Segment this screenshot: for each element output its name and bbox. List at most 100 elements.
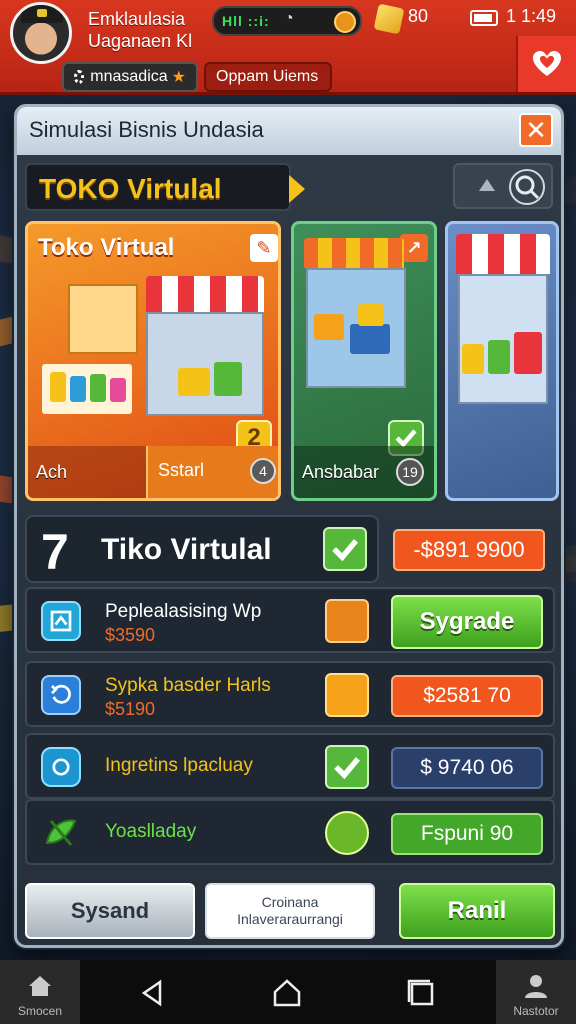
home-button[interactable] xyxy=(270,976,304,1010)
selected-store-price: -$891 9900 xyxy=(393,529,545,571)
leaf-icon xyxy=(41,813,81,853)
crate-illustration xyxy=(350,324,390,354)
wifi-icon: ◔ xyxy=(284,10,294,27)
upgrade-row-3-price-button[interactable]: $ 9740 06 xyxy=(391,747,543,789)
status-value: 80 xyxy=(408,6,429,26)
upgrade-row-1-price: $3590 xyxy=(105,625,156,645)
crate-illustration xyxy=(514,332,542,374)
navigation-bar: Smocen Nastotor xyxy=(0,960,576,1024)
back-button[interactable] xyxy=(136,976,170,1010)
awning-illustration xyxy=(456,234,550,274)
recents-icon xyxy=(407,979,434,1006)
upgrade-row-1: Peplealasising Wp $3590 Sygrade xyxy=(25,587,555,653)
crate-illustration xyxy=(214,362,242,396)
triangle-up-icon xyxy=(479,179,495,191)
player-avatar[interactable] xyxy=(10,2,72,64)
check-icon xyxy=(325,745,369,789)
upgrade-row-2-price: $5190 xyxy=(105,699,156,719)
refresh-icon xyxy=(41,675,81,715)
upgrade-row-4-price-button[interactable]: Fspuni 90 xyxy=(391,813,543,855)
store-card-1-title: Toko Virtual xyxy=(38,234,175,261)
selected-check-icon[interactable] xyxy=(323,527,367,571)
close-button[interactable]: ✕ xyxy=(519,113,553,147)
home-icon xyxy=(29,976,51,996)
gear-icon xyxy=(74,70,85,84)
store-cards: Toko Virtual ✎ 2 Ach Sstarl 4 ↗ Ansbabar… xyxy=(25,221,559,503)
tab-items-label: Oppam Uiems xyxy=(216,68,319,85)
top-bar: Emklaulasia Uaganaen Kl Hll ::i: ◔ 80 1 … xyxy=(0,0,576,95)
product-illustration xyxy=(50,372,66,402)
info-button-line2: Inlaveraraurrangi xyxy=(237,911,343,927)
send-button[interactable]: Sysand xyxy=(25,883,195,939)
camera-icon xyxy=(41,747,81,787)
shop-building-icon xyxy=(41,601,81,641)
confirm-button[interactable]: Ranil xyxy=(399,883,555,939)
awning-illustration xyxy=(304,238,404,268)
coin-icon xyxy=(325,811,369,855)
crate-illustration xyxy=(314,314,344,340)
product-illustration xyxy=(110,378,126,402)
star-icon: ★ xyxy=(171,69,186,86)
upgrade-row-3-name: Ingretins lpacluay xyxy=(105,755,253,776)
search-icon[interactable] xyxy=(509,169,545,205)
upgrade-row-1-name: Peplealasising Wp xyxy=(105,601,262,622)
calendar-board-illustration xyxy=(68,284,138,354)
panel-title: Simulasi Bisnis Undasia xyxy=(29,117,264,142)
home-outline-icon xyxy=(273,979,301,1007)
product-illustration xyxy=(90,374,106,402)
crate-illustration xyxy=(462,344,484,374)
favorite-button[interactable] xyxy=(516,36,576,92)
home-tab-label: Smocen xyxy=(17,1004,63,1018)
crate-illustration xyxy=(178,368,210,396)
upgrade-row-4: Yoaslladay Fspuni 90 xyxy=(25,799,555,865)
player-name: Emklaulasia Uaganaen Kl xyxy=(88,8,192,52)
tab-profile-label: mnasadica xyxy=(90,68,168,85)
status-group: Hll ::i: ◔ xyxy=(212,6,362,36)
battery-icon xyxy=(470,10,498,26)
upgrade-button[interactable]: Sygrade xyxy=(391,595,543,649)
search-box[interactable] xyxy=(453,163,553,209)
upgrade-row-2-price-button[interactable]: $2581 70 xyxy=(391,675,543,717)
crate-illustration xyxy=(358,304,384,326)
store-card-1[interactable]: Toko Virtual ✎ 2 Ach Sstarl 4 xyxy=(25,221,281,501)
heart-icon xyxy=(533,51,561,76)
product-illustration xyxy=(70,376,86,402)
crate-illustration xyxy=(488,340,510,374)
store-card-2-footer: Ansbabar 19 xyxy=(294,446,434,498)
store-type-label: TOKO Virtulal xyxy=(39,173,222,204)
cube-icon xyxy=(325,673,369,717)
store-card-2-badge: 19 xyxy=(396,458,424,486)
gift-box-icon xyxy=(325,599,369,643)
player-name-line2: Uaganaen Kl xyxy=(88,31,193,51)
store-type-badge[interactable]: TOKO Virtulal xyxy=(25,163,305,211)
back-icon xyxy=(141,979,162,1007)
panel-header: Simulasi Bisnis Undasia ✕ xyxy=(17,107,561,155)
clock: 1 1:49 xyxy=(506,6,557,26)
profile-tab-label: Nastotor xyxy=(513,1004,559,1018)
store-card-1-start-label: Sstarl xyxy=(158,460,205,480)
tab-profile[interactable]: mnasadica ★ xyxy=(62,62,198,92)
selected-store-number: 7 xyxy=(41,524,69,580)
store-card-1-badge: 4 xyxy=(250,458,276,484)
store-card-1-start-tab[interactable]: Sstarl 4 xyxy=(146,446,278,498)
store-card-2[interactable]: ↗ Ansbabar 19 xyxy=(291,221,437,501)
profile-tab[interactable]: Nastotor xyxy=(496,960,576,1024)
awning-illustration xyxy=(146,276,264,312)
selected-store-name: Tiko Virtulal xyxy=(101,533,272,566)
store-card-2-footer-label: Ansbabar xyxy=(302,461,380,482)
upgrade-row-2: Sypka basder Harls $5190 $2581 70 xyxy=(25,661,555,727)
home-tab[interactable]: Smocen xyxy=(0,960,80,1024)
upgrade-row-2-name: Sypka basder Harls xyxy=(105,675,271,696)
store-card-1-footer-label: Ach xyxy=(36,461,68,482)
store-card-3[interactable] xyxy=(445,221,559,501)
upgrade-row-3: Ingretins lpacluay $ 9740 06 xyxy=(25,733,555,799)
info-button-line1: Croinana xyxy=(261,894,319,910)
upgrade-row-4-name: Yoaslladay xyxy=(105,821,197,842)
user-icon xyxy=(525,975,547,998)
arrow-right-icon xyxy=(289,175,305,203)
tab-items[interactable]: Oppam Uiems xyxy=(204,62,332,92)
info-button[interactable]: Croinana Inlaveraraurrangi xyxy=(205,883,375,939)
coin-icon xyxy=(334,11,356,33)
recents-button[interactable] xyxy=(404,976,438,1010)
player-name-line1: Emklaulasia xyxy=(88,9,186,29)
